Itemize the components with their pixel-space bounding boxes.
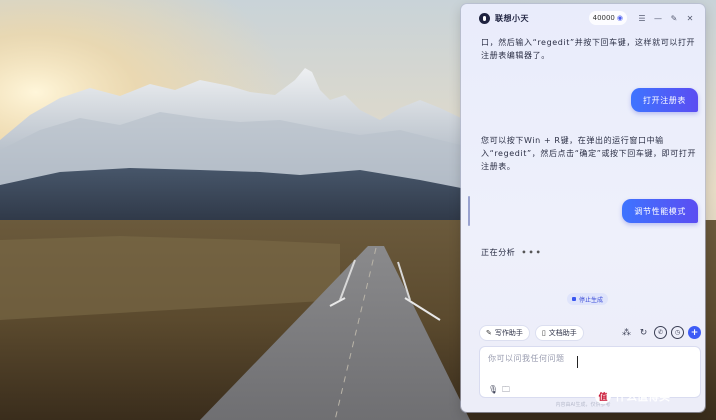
folder-icon[interactable]: 🗀	[502, 384, 510, 398]
history-icon[interactable]: ◷	[671, 326, 684, 339]
apps-icon[interactable]: ⁂	[620, 326, 633, 339]
coin-icon: ◉	[616, 14, 623, 22]
menu-icon[interactable]: ☰	[635, 11, 649, 25]
chat-scrollbar[interactable]	[468, 196, 470, 226]
assistant-message: 您可以按下Win + R键，在弹出的运行窗口中输入“regedit”，然后点击“…	[481, 136, 697, 171]
credits-value: 40000	[592, 14, 615, 22]
refresh-icon[interactable]: ↻	[637, 326, 650, 339]
assistant-toolbar: ✎ 写作助手 ▯ 文档助手 ⁂ ↻ ✆ ◷ +	[479, 324, 701, 341]
app-title: 联想小天	[495, 13, 529, 23]
loading-dots: •••	[521, 248, 543, 257]
user-message-bubble: 打开注册表	[631, 88, 698, 112]
phone-icon[interactable]: ✆	[654, 326, 667, 339]
status-text: 正在分析	[481, 248, 516, 257]
pen-icon: ✎	[486, 328, 492, 337]
document-icon: ▯	[541, 328, 546, 337]
pin-icon[interactable]: ✎	[667, 11, 681, 25]
credits-badge[interactable]: 40000 ◉	[588, 11, 627, 25]
microphone-icon[interactable]: 🎙	[488, 385, 498, 394]
chip-label: 文档助手	[548, 328, 577, 337]
minimize-icon[interactable]: —	[651, 11, 665, 25]
close-icon[interactable]: ✕	[683, 11, 697, 25]
plus-icon[interactable]: +	[688, 326, 701, 339]
analyzing-status: 正在分析 •••	[481, 247, 543, 258]
stop-icon	[572, 297, 576, 301]
user-message-bubble: 调节性能模式	[622, 199, 698, 223]
document-assistant-button[interactable]: ▯ 文档助手	[534, 324, 584, 341]
chat-area[interactable]: 口，然后输入“regedit”并按下回车键，这样就可以打开注册表编辑器了。 打开…	[461, 32, 705, 324]
assistant-panel: 联想小天 40000 ◉ ☰ — ✎ ✕ 口，然后输入“regedit”并按下回…	[461, 4, 705, 412]
text-cursor-icon	[576, 356, 580, 368]
writing-assistant-button[interactable]: ✎ 写作助手	[479, 324, 530, 341]
watermark-text: 什么值得买	[615, 390, 670, 403]
watermark-logo: 值	[595, 388, 611, 404]
message-input[interactable]	[488, 353, 694, 373]
site-watermark: 值 什么值得买	[595, 386, 670, 406]
app-logo-icon	[479, 12, 490, 24]
chip-label: 写作助手	[494, 328, 523, 337]
stop-generation-button[interactable]: 停止生成	[567, 293, 609, 305]
stop-label: 停止生成	[579, 296, 604, 304]
assistant-message: 口，然后输入“regedit”并按下回车键，这样就可以打开注册表编辑器了。	[481, 38, 696, 60]
title-bar[interactable]: 联想小天 40000 ◉ ☰ — ✎ ✕	[461, 4, 705, 32]
